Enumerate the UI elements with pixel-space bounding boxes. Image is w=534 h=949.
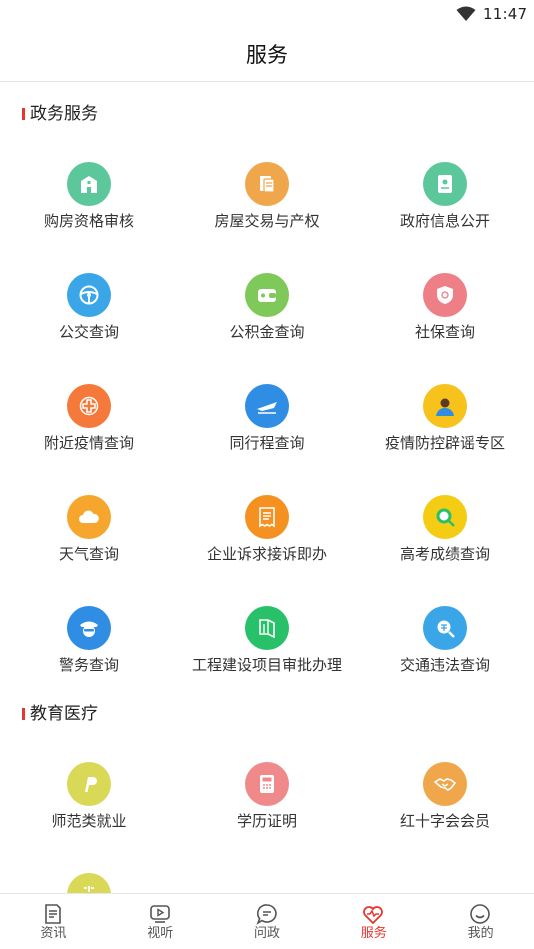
receipt-icon xyxy=(245,495,289,539)
service-label: 附近疫情查询 xyxy=(43,434,134,452)
magnifier-icon xyxy=(423,495,467,539)
news-icon xyxy=(45,904,61,924)
calculator-icon xyxy=(245,762,289,806)
clock: 11:47 xyxy=(483,5,528,23)
status-bar: 11:47 xyxy=(0,0,534,28)
service-label: 公积金查询 xyxy=(229,323,305,341)
service-weather[interactable]: 天气查询 xyxy=(0,495,178,595)
tab-label: 视听 xyxy=(147,926,174,941)
service-housing-qualification[interactable]: 购房资格审核 xyxy=(0,162,178,262)
service-label: 政府信息公开 xyxy=(399,212,490,230)
page-title: 服务 xyxy=(246,43,288,67)
title-bar: 服务 xyxy=(0,28,534,82)
service-rumor-refute[interactable]: 疫情防控辟谣专区 xyxy=(356,384,534,484)
heart-service-icon xyxy=(363,906,384,925)
airplane-icon xyxy=(245,384,289,428)
service-education-certificate[interactable]: 学历证明 xyxy=(178,762,356,862)
tab-video[interactable]: 视听 xyxy=(107,894,214,949)
service-label: 天气查询 xyxy=(58,545,119,563)
steering-wheel-icon xyxy=(67,273,111,317)
book-icon xyxy=(245,606,289,650)
service-nearby-epidemic[interactable]: 附近疫情查询 xyxy=(0,384,178,484)
service-social-security[interactable]: 社保查询 xyxy=(356,273,534,373)
tab-label: 资讯 xyxy=(40,926,67,941)
service-label: 师范类就业 xyxy=(51,812,127,830)
bottom-tab-bar: 资讯 视听 问政 服务 我的 xyxy=(0,893,534,949)
cloud-icon xyxy=(67,495,111,539)
service-label: 购房资格审核 xyxy=(43,212,134,230)
service-red-cross-member[interactable]: 红十字会会员 xyxy=(356,762,534,862)
tab-inquiry[interactable]: 问政 xyxy=(214,894,321,949)
service-label: 企业诉求接诉即办 xyxy=(206,545,327,563)
smile-icon xyxy=(470,904,490,924)
person-icon xyxy=(423,384,467,428)
service-label: 疫情防控辟谣专区 xyxy=(384,434,505,452)
service-house-transaction[interactable]: 房屋交易与产权 xyxy=(178,162,356,262)
service-same-trip[interactable]: 同行程查询 xyxy=(178,384,356,484)
info-card-icon xyxy=(423,162,467,206)
service-label: 房屋交易与产权 xyxy=(214,212,320,230)
medical-cross-icon xyxy=(67,384,111,428)
section-title: 教育医疗 xyxy=(30,704,98,724)
service-traffic-violation[interactable]: 交通违法查询 xyxy=(356,606,534,706)
document-icon xyxy=(245,162,289,206)
shield-icon xyxy=(423,273,467,317)
service-label: 公交查询 xyxy=(58,323,119,341)
service-label: 高考成绩查询 xyxy=(399,545,490,563)
tab-services[interactable]: 服务 xyxy=(320,894,427,949)
paypal-icon xyxy=(67,762,111,806)
wallet-icon xyxy=(245,273,289,317)
service-construction-approval[interactable]: 工程建设项目审批办理 xyxy=(178,606,356,706)
section-accent-bar xyxy=(22,708,25,720)
tab-label: 问政 xyxy=(253,926,280,941)
section-title: 政务服务 xyxy=(30,104,98,124)
service-police[interactable]: 警务查询 xyxy=(0,606,178,706)
video-icon xyxy=(149,905,170,923)
service-label: 学历证明 xyxy=(236,812,297,830)
building-icon xyxy=(67,162,111,206)
service-label: 同行程查询 xyxy=(229,434,305,452)
fine-search-icon xyxy=(423,606,467,650)
service-bus-query[interactable]: 公交查询 xyxy=(0,273,178,373)
service-label: 警务查询 xyxy=(58,656,119,674)
tab-label: 服务 xyxy=(360,926,387,941)
service-label: 工程建设项目审批办理 xyxy=(191,656,342,674)
service-housing-fund[interactable]: 公积金查询 xyxy=(178,273,356,373)
chat-icon xyxy=(256,904,277,925)
service-label: 社保查询 xyxy=(414,323,475,341)
handshake-icon xyxy=(423,762,467,806)
tab-label: 我的 xyxy=(467,926,494,941)
service-normal-employment[interactable]: 师范类就业 xyxy=(0,762,178,862)
service-enterprise-appeal[interactable]: 企业诉求接诉即办 xyxy=(178,495,356,595)
police-icon xyxy=(67,606,111,650)
service-label: 红十字会会员 xyxy=(399,812,490,830)
wifi-icon xyxy=(456,6,476,21)
service-gov-info-public[interactable]: 政府信息公开 xyxy=(356,162,534,262)
service-label: 交通违法查询 xyxy=(399,656,490,674)
tab-mine[interactable]: 我的 xyxy=(427,894,534,949)
tab-news[interactable]: 资讯 xyxy=(0,894,107,949)
service-gaokao-score[interactable]: 高考成绩查询 xyxy=(356,495,534,595)
section-accent-bar xyxy=(22,108,25,120)
